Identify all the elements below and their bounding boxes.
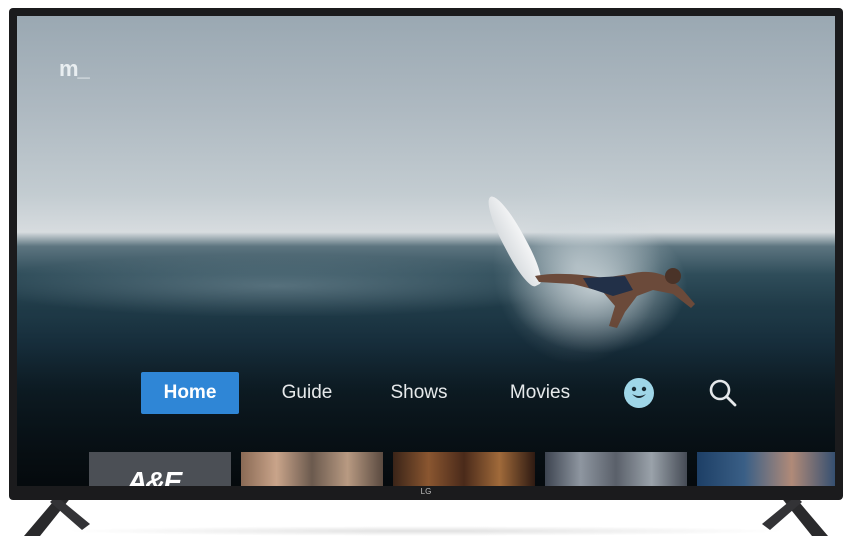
tv-stand-left	[24, 496, 90, 536]
nav-item-guide[interactable]: Guide	[265, 372, 349, 414]
floor-shadow	[60, 526, 791, 536]
tv-brand-logo: LG	[420, 487, 432, 496]
tv-screen: m_ Home Guide Shows Movies A&E	[17, 16, 835, 486]
carousel-item-host[interactable]	[697, 452, 835, 486]
tv-frame: m_ Home Guide Shows Movies A&E LG	[9, 8, 843, 500]
nav-item-home[interactable]: Home	[141, 372, 239, 414]
search-icon[interactable]	[707, 377, 739, 409]
kids-mascot-icon[interactable]	[623, 377, 655, 409]
ae-channel-logo: A&E	[127, 466, 182, 486]
tv-stand-right	[762, 496, 828, 536]
app-logo[interactable]: m_	[59, 56, 90, 82]
nav-item-movies[interactable]: Movies	[493, 372, 587, 414]
carousel-item-ae[interactable]: A&E	[89, 452, 231, 486]
content-carousel: A&E	[89, 452, 835, 486]
carousel-item-cast-lineup[interactable]	[545, 452, 687, 486]
carousel-item-cast-group[interactable]	[241, 452, 383, 486]
nav-item-shows[interactable]: Shows	[377, 372, 461, 414]
carousel-item-drama[interactable]	[393, 452, 535, 486]
main-nav: Home Guide Shows Movies	[141, 372, 741, 414]
